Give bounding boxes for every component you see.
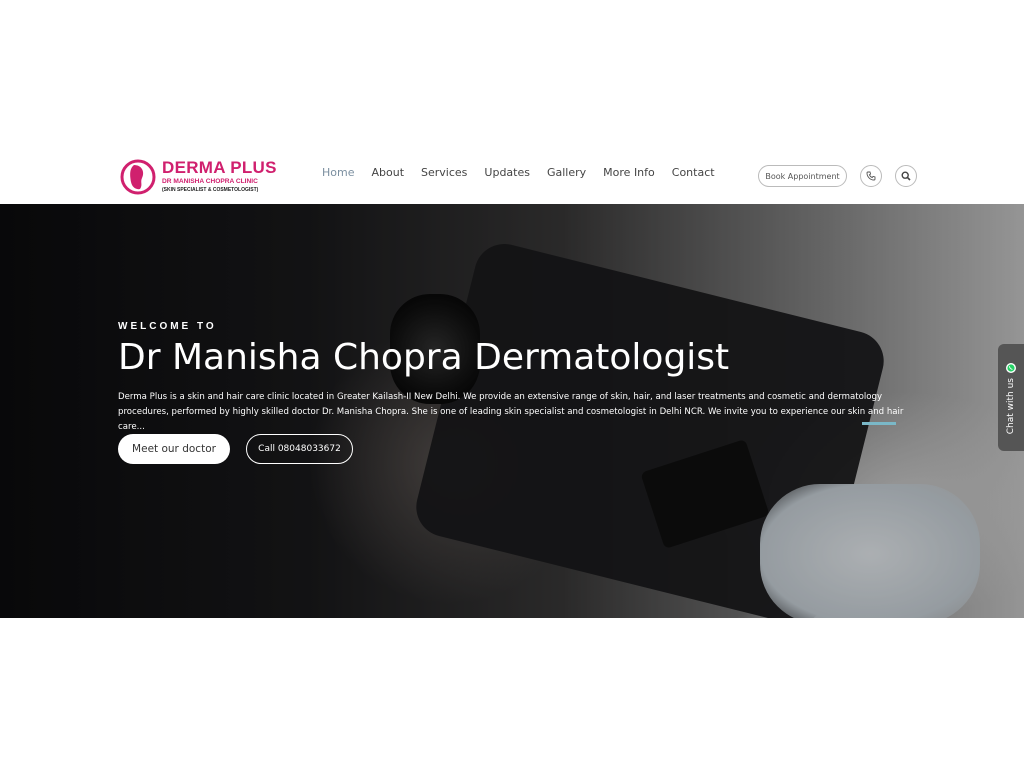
hero-welcome: WELCOME TO [118, 321, 217, 332]
main-nav: Home About Services Updates Gallery More… [322, 166, 732, 179]
slide-indicator [862, 422, 896, 425]
call-button[interactable]: Call 08048033672 [246, 434, 353, 464]
nav-more-info[interactable]: More Info [603, 166, 655, 179]
face-silhouette-icon [120, 159, 156, 195]
hero-description: Derma Plus is a skin and hair care clini… [118, 392, 904, 432]
chat-label: Chat with us [1006, 378, 1016, 435]
meet-doctor-button[interactable]: Meet our doctor [118, 434, 230, 464]
site-header: DERMA PLUS DR MANISHA CHOPRA CLINIC (SKI… [0, 140, 1024, 204]
nav-about[interactable]: About [371, 166, 404, 179]
search-button[interactable] [895, 165, 917, 187]
nav-contact[interactable]: Contact [672, 166, 715, 179]
nav-updates[interactable]: Updates [484, 166, 530, 179]
nav-home[interactable]: Home [322, 166, 354, 179]
search-icon [901, 171, 911, 181]
phone-icon [866, 171, 876, 181]
book-appointment-button[interactable]: Book Appointment [758, 165, 847, 187]
phone-button[interactable] [860, 165, 882, 187]
nav-gallery[interactable]: Gallery [547, 166, 586, 179]
brand-subtitle: DR MANISHA CHOPRA CLINIC [162, 178, 258, 186]
nav-services[interactable]: Services [421, 166, 467, 179]
hero-banner: WELCOME TO Dr Manisha Chopra Dermatologi… [0, 204, 1024, 618]
hero-title: Dr Manisha Chopra Dermatologist [118, 337, 730, 378]
brand-title: DERMA PLUS [162, 158, 277, 178]
chat-with-us-tab[interactable]: Chat with us [998, 344, 1024, 451]
whatsapp-icon [1006, 363, 1016, 373]
brand-logo[interactable]: DERMA PLUS DR MANISHA CHOPRA CLINIC (SKI… [120, 152, 280, 200]
brand-tagline: (SKIN SPECIALIST & COSMETOLOGIST) [162, 186, 259, 193]
